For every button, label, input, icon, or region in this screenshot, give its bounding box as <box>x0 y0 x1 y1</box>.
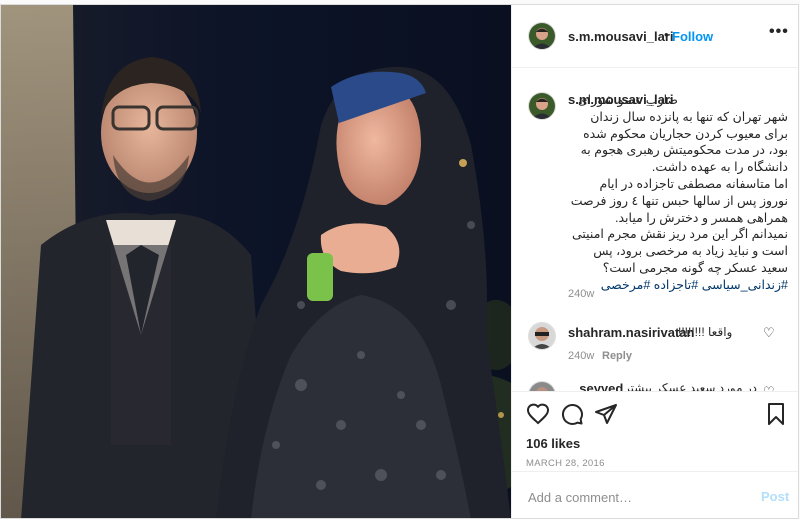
comment-time[interactable]: 240w <box>568 350 594 362</box>
bookmark-icon[interactable] <box>764 402 788 426</box>
comment-icon[interactable] <box>560 402 584 426</box>
comment-input[interactable] <box>526 486 740 508</box>
post-photo[interactable] <box>1 5 511 518</box>
comment-username[interactable]: shahram.nasirivatan <box>568 325 694 340</box>
caption-hashtags[interactable]: #زندانی_سیاسی #تاجزاده #مرخصی <box>568 277 788 294</box>
post-actions: 106 likes MARCH 28, 2016 <box>512 391 798 472</box>
comment-username[interactable]: _seyyed <box>572 381 623 391</box>
commenter-avatar[interactable] <box>528 322 556 350</box>
post-sidebar: s.m.mousavi_lari • Follow ••• s.m.mousav… <box>511 5 798 518</box>
header-separator: • <box>664 27 669 42</box>
post-date[interactable]: MARCH 28, 2016 <box>526 458 605 469</box>
heart-icon[interactable] <box>526 402 550 426</box>
comment-composer: Post <box>512 471 798 518</box>
follow-button[interactable]: Follow <box>672 29 713 44</box>
comment-text: در مورد سعید عسکر بیشتر <box>624 381 758 391</box>
caption-time[interactable]: 240w <box>568 288 594 300</box>
caption-author-avatar[interactable] <box>528 92 556 120</box>
caption-first-line: ضارب عضو شورای <box>577 93 678 107</box>
comment-like-heart-icon[interactable]: ♡ <box>763 325 775 341</box>
likes-count[interactable]: 106 likes <box>526 436 580 451</box>
post-photo-image <box>1 5 511 518</box>
comment-like-heart-icon[interactable]: ♡ <box>763 384 775 391</box>
commenter-avatar[interactable] <box>528 381 556 391</box>
more-horizontal-icon[interactable]: ••• <box>769 23 789 41</box>
comment-text: واقعا !!!!!!!! <box>678 325 733 339</box>
comments-list[interactable]: s.m.mousavi_lari ضارب عضو شورای شهر تهران… <box>512 68 798 391</box>
caption-text: ضارب عضو شورای شهر تهران که تنها به پانزد… <box>568 92 788 294</box>
paper-plane-icon[interactable] <box>594 402 618 426</box>
author-avatar[interactable] <box>528 22 556 50</box>
instagram-post: s.m.mousavi_lari • Follow ••• s.m.mousav… <box>0 4 799 519</box>
post-header: s.m.mousavi_lari • Follow ••• <box>512 5 798 68</box>
post-comment-button[interactable]: Post <box>761 489 789 504</box>
comment-reply-button[interactable]: Reply <box>602 350 632 362</box>
author-username[interactable]: s.m.mousavi_lari <box>568 29 674 44</box>
caption-body: شهر تهران که تنها به پانزده سال زندان بر… <box>570 109 788 275</box>
